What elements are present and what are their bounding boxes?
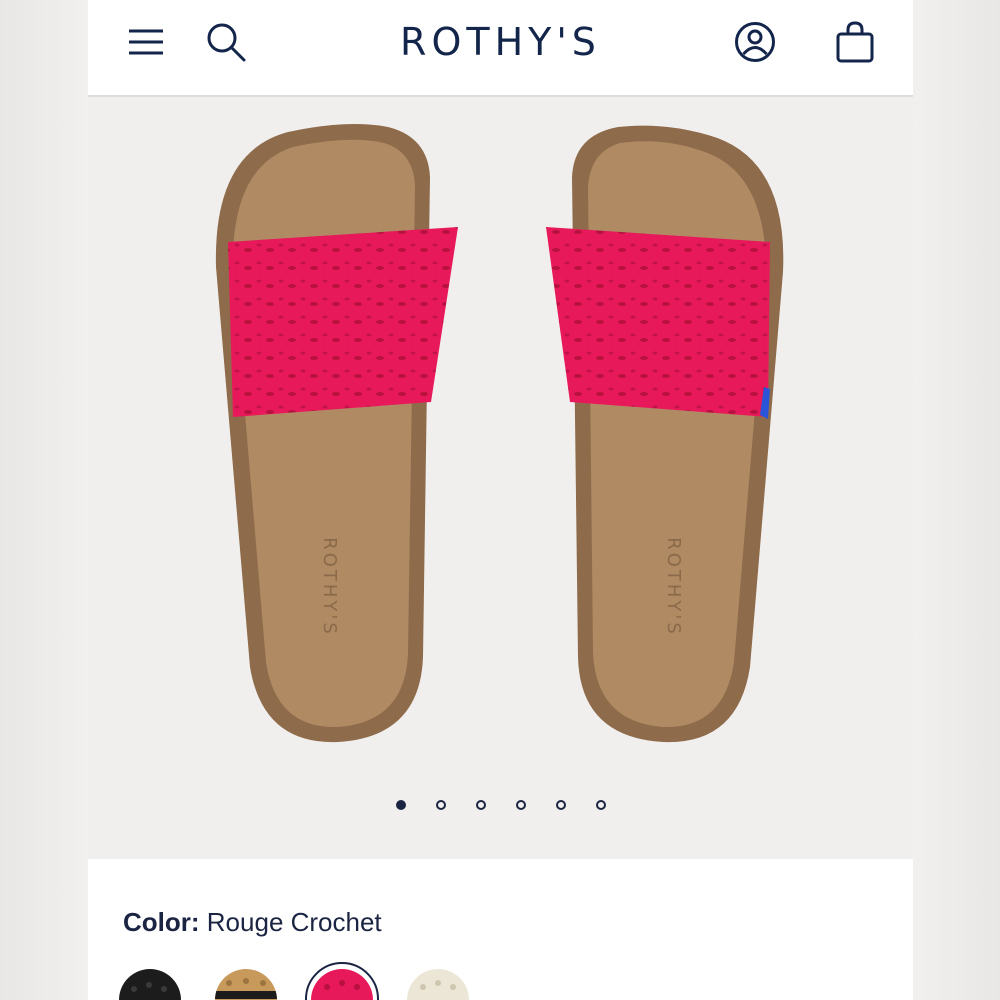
swatch-cream[interactable] bbox=[407, 969, 469, 1000]
bag-button[interactable] bbox=[833, 20, 877, 64]
insole-brand-left: ROTHY'S bbox=[319, 537, 340, 637]
left-background bbox=[0, 0, 88, 1000]
account-button[interactable] bbox=[733, 20, 777, 64]
swatch-black-pattern bbox=[131, 982, 167, 992]
color-label: Color: bbox=[123, 907, 200, 937]
right-background bbox=[913, 0, 1000, 1000]
bag-icon bbox=[836, 21, 874, 63]
insole-brand-right: ROTHY'S bbox=[663, 537, 684, 637]
site-header: ROTHY'S bbox=[88, 0, 913, 97]
color-row: Color: Rouge Crochet bbox=[123, 907, 382, 938]
carousel-dot[interactable] bbox=[555, 800, 566, 810]
brand-logo[interactable]: ROTHY'S bbox=[88, 20, 913, 64]
product-image: ROTHY'S ROTHY'S bbox=[215, 123, 784, 743]
carousel-dot[interactable] bbox=[595, 800, 606, 810]
sandal-right: ROTHY'S bbox=[546, 125, 784, 743]
carousel-dot[interactable] bbox=[515, 800, 526, 810]
swatch-tan[interactable] bbox=[215, 969, 277, 1000]
account-icon bbox=[735, 22, 775, 62]
sandal-left: ROTHY'S bbox=[215, 123, 458, 743]
product-info: Color: Rouge Crochet bbox=[88, 859, 913, 1000]
product-page: ROTHY'S ROTHY'S ROTHY'S Color: Rouge Cro… bbox=[88, 0, 913, 1000]
color-value: Rouge Crochet bbox=[206, 907, 382, 937]
carousel-dot[interactable] bbox=[435, 800, 446, 810]
swatch-tan-pattern bbox=[215, 978, 277, 999]
carousel-dots bbox=[88, 800, 913, 810]
swatch-cream-pattern bbox=[420, 980, 456, 990]
product-image-carousel[interactable]: ROTHY'S ROTHY'S bbox=[88, 97, 913, 859]
carousel-dot[interactable] bbox=[395, 800, 406, 810]
carousel-dot[interactable] bbox=[475, 800, 486, 810]
swatch-black[interactable] bbox=[119, 969, 181, 1000]
